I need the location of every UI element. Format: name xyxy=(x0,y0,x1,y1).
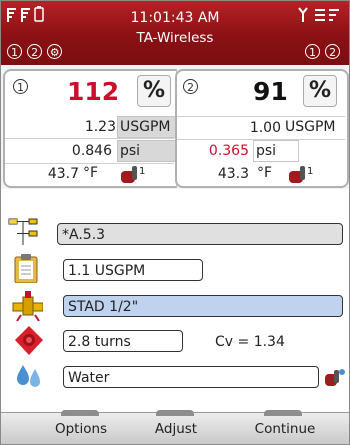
softkey-tab-left xyxy=(61,410,99,416)
valve-field[interactable]: STAD 1/2" xyxy=(63,295,343,317)
channel-2-badge: 2 xyxy=(27,44,43,59)
options-button[interactable]: Options xyxy=(41,421,121,437)
left-pressure-row: 0.846 psi xyxy=(5,138,177,164)
left-channel-badge: 1 xyxy=(13,79,28,94)
right-channel-2-badge: 2 xyxy=(325,44,341,59)
left-temp-value: 43.7 xyxy=(47,166,79,182)
app-window: 1 2 ⚙ 11:01:43 AM TA-Wireless 1 2 1 112 … xyxy=(0,0,350,445)
left-sensor-channel: 1 xyxy=(139,166,145,177)
circuit-tree-icon xyxy=(8,218,38,245)
right-channel-badges: 1 2 xyxy=(305,41,341,60)
right-temp-value: 43.3 xyxy=(217,166,249,182)
right-flow-unit[interactable]: USGPM xyxy=(285,117,336,137)
right-flow-row: 1.00 USGPM xyxy=(177,116,345,140)
left-measurement-panel[interactable]: 1 112 % 1.23 USGPM 0.846 psi 43.7 °F 1 xyxy=(3,69,177,188)
left-flow-unit[interactable]: USGPM xyxy=(117,116,177,138)
softkey-tab-center xyxy=(156,410,194,416)
medium-settings-icon[interactable] xyxy=(323,366,347,390)
water-drops-icon xyxy=(17,365,40,387)
status-bar: 1 2 ⚙ 11:01:43 AM TA-Wireless 1 2 xyxy=(1,1,349,65)
handwheel-icon xyxy=(15,326,43,355)
right-channel-badge: 2 xyxy=(183,79,198,94)
medium-field[interactable]: Water xyxy=(63,366,319,388)
right-sensor-icon[interactable]: 1 xyxy=(287,163,317,185)
softkey-bar: Options Adjust Continue xyxy=(1,410,349,444)
network-name: TA-Wireless xyxy=(136,30,214,46)
circuit-field[interactable]: *A.5.3 xyxy=(57,223,343,245)
measurement-area: 1 112 % 1.23 USGPM 0.846 psi 43.7 °F 1 2… xyxy=(1,65,349,189)
turns-field[interactable]: 2.8 turns xyxy=(63,330,183,352)
cv-value: Cv = 1.34 xyxy=(215,334,285,350)
channel-3-badge: ⚙ xyxy=(47,44,63,59)
right-percent-value: 91 xyxy=(253,77,288,106)
left-percent-value: 112 xyxy=(67,77,120,106)
softkey-tab-right xyxy=(264,410,302,416)
right-channel-1-badge: 1 xyxy=(305,44,320,59)
right-temp-unit: °F xyxy=(257,165,273,181)
clipboard-icon xyxy=(14,254,38,283)
antenna-icon xyxy=(298,7,339,22)
right-percent-unit[interactable]: % xyxy=(303,75,337,107)
right-pressure-unit[interactable]: psi xyxy=(253,140,299,162)
channel-1-badge: 1 xyxy=(7,44,22,59)
left-pressure-value: 0.846 xyxy=(71,143,112,159)
right-measurement-panel[interactable]: 2 91 % 1.00 USGPM 0.365 psi 43.3 °F 1 xyxy=(175,69,349,188)
right-sensor-channel: 1 xyxy=(307,166,313,177)
continue-button[interactable]: Continue xyxy=(245,421,325,437)
left-temp-unit: °F xyxy=(83,165,99,181)
valve-icon xyxy=(12,291,43,321)
left-flow-value: 1.23 xyxy=(84,119,116,135)
adjust-button[interactable]: Adjust xyxy=(136,421,216,437)
design-flow-field[interactable]: 1.1 USGPM xyxy=(63,259,203,281)
left-flow-row: 1.23 USGPM xyxy=(9,116,177,138)
left-percent-unit[interactable]: % xyxy=(137,75,171,107)
right-pressure-value: 0.365 xyxy=(208,143,249,159)
left-temp-row: 43.7 °F 1 xyxy=(9,163,174,185)
right-flow-value: 1.00 xyxy=(249,120,281,136)
left-sensor-icon[interactable]: 1 xyxy=(119,163,149,185)
right-temp-row: 43.3 °F 1 xyxy=(177,163,345,185)
left-pressure-unit[interactable]: psi xyxy=(117,140,177,162)
right-pressure-row: 0.365 psi xyxy=(177,140,345,162)
